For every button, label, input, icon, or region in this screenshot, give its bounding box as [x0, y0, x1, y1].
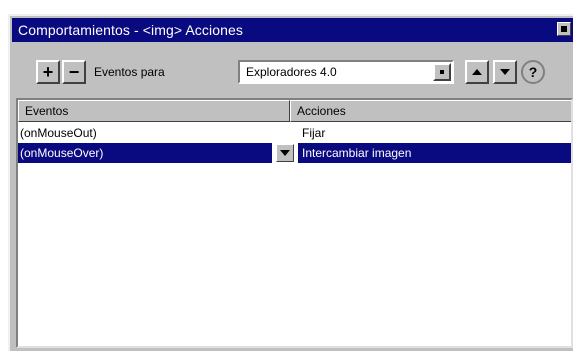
- minus-icon: −: [68, 62, 80, 82]
- behaviors-panel: Comportamientos - <img> Acciones + − Eve…: [8, 14, 573, 351]
- browser-select[interactable]: Exploradores 4.0: [238, 60, 454, 84]
- event-cell-text: (onMouseOver): [20, 146, 104, 160]
- window-title: Comportamientos - <img> Acciones: [18, 22, 243, 38]
- browser-select-value: Exploradores 4.0: [246, 65, 337, 79]
- action-cell: Fijar: [302, 126, 326, 140]
- event-dropdown-button[interactable]: [276, 144, 294, 162]
- close-icon[interactable]: [557, 22, 571, 36]
- behaviors-list[interactable]: Eventos Acciones (onMouseOut) Fijar (onM…: [16, 98, 573, 348]
- remove-behavior-button[interactable]: −: [62, 60, 86, 84]
- help-icon: ?: [528, 64, 538, 80]
- table-row[interactable]: (onMouseOut) Fijar: [18, 123, 571, 143]
- help-button[interactable]: ?: [521, 60, 545, 84]
- event-cell-selected[interactable]: (onMouseOver): [18, 143, 272, 163]
- action-cell-selected[interactable]: Intercambiar imagen: [298, 143, 571, 163]
- events-column-header[interactable]: Eventos: [18, 100, 290, 122]
- dropdown-arrow-icon[interactable]: [433, 63, 451, 81]
- toolbar: + − Eventos para Exploradores 4.0 ?: [12, 46, 573, 94]
- event-cell: (onMouseOut): [20, 126, 97, 140]
- actions-column-header[interactable]: Acciones: [290, 100, 571, 122]
- add-behavior-button[interactable]: +: [36, 60, 60, 84]
- chevron-down-icon: [280, 150, 290, 156]
- table-row-selected[interactable]: (onMouseOver) Intercambiar imagen: [18, 143, 571, 163]
- arrow-up-icon: [472, 69, 482, 75]
- arrow-down-icon: [500, 69, 510, 75]
- events-for-label: Eventos para: [94, 65, 165, 79]
- move-down-button[interactable]: [493, 60, 517, 84]
- plus-icon: +: [42, 62, 54, 82]
- action-cell-text: Intercambiar imagen: [302, 146, 412, 160]
- move-up-button[interactable]: [465, 60, 489, 84]
- title-bar[interactable]: Comportamientos - <img> Acciones: [12, 18, 573, 42]
